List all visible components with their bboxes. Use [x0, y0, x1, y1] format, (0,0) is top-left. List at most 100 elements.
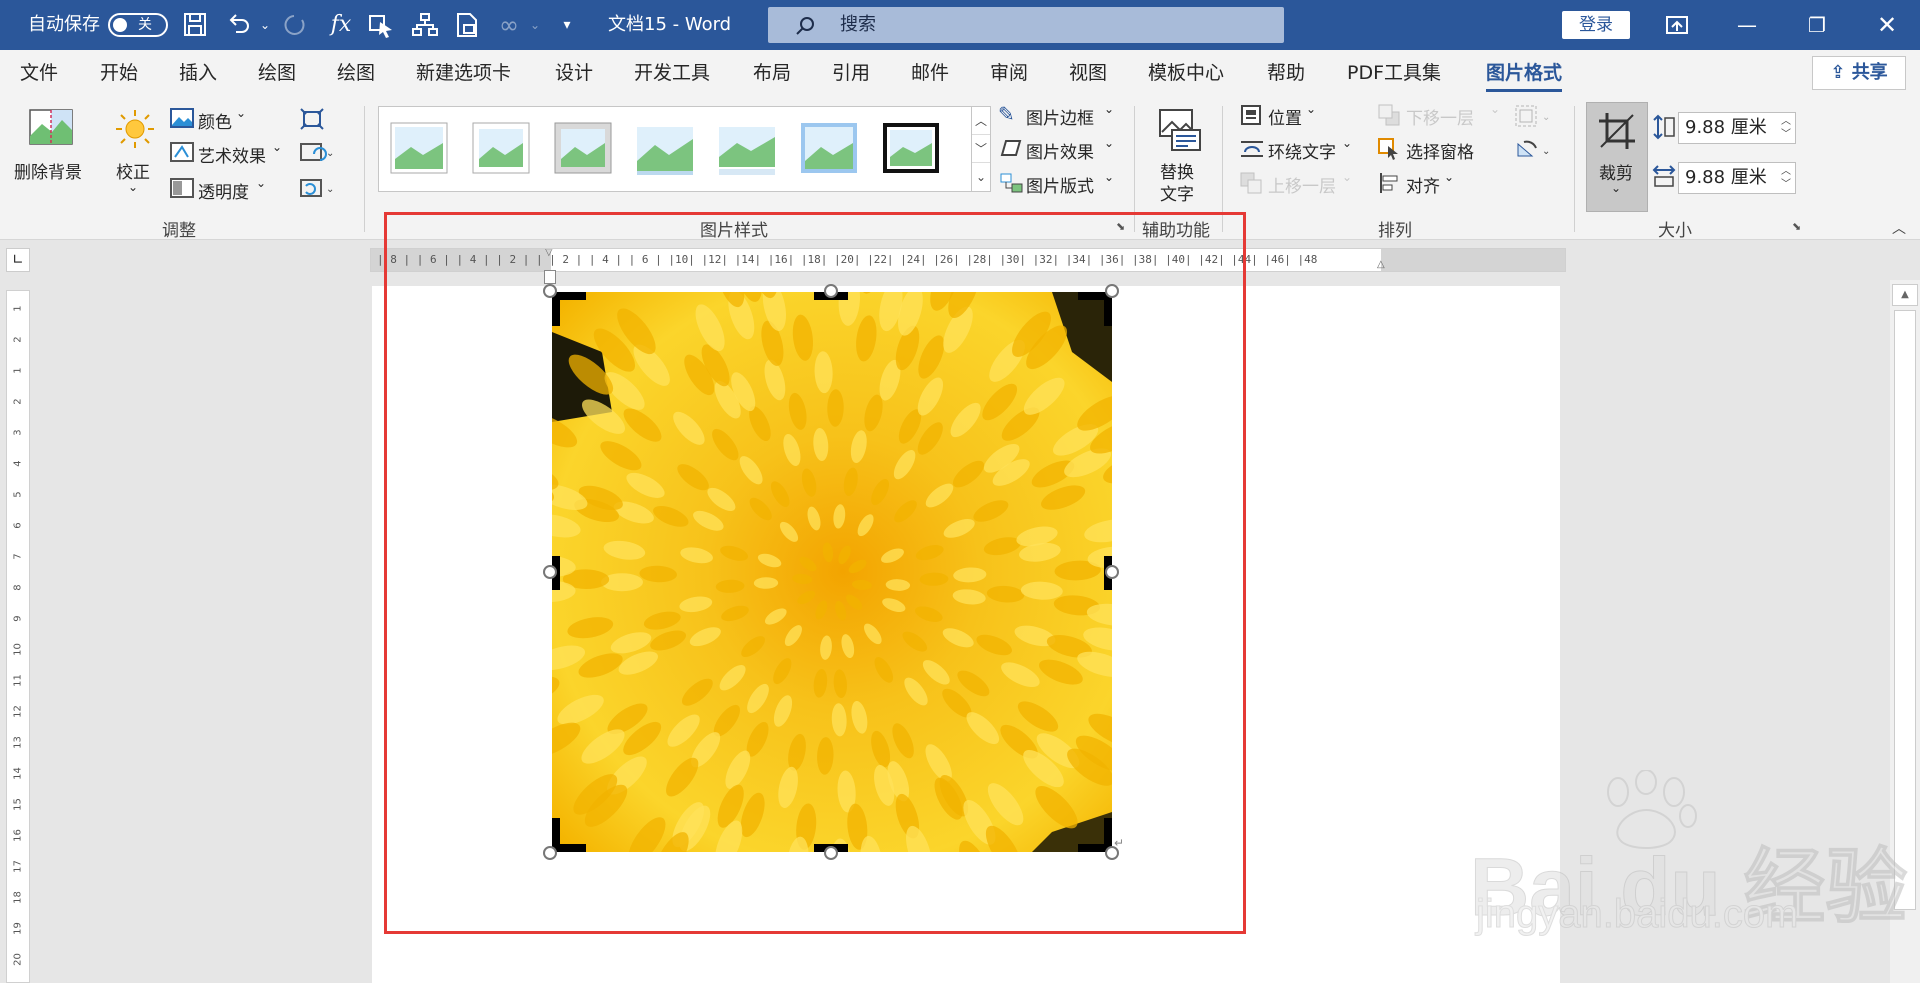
vertical-ruler-number: 3: [12, 429, 24, 436]
redo-icon[interactable]: [280, 12, 310, 38]
search-box[interactable]: 搜索: [768, 7, 1284, 43]
style-thumb-4[interactable]: [635, 121, 695, 175]
autosave-label: 自动保存: [28, 14, 100, 35]
color-label: 颜色: [198, 113, 232, 133]
tab-mailings[interactable]: 邮件: [911, 50, 949, 98]
group-label-adjust: 调整: [162, 221, 196, 241]
login-button[interactable]: 登录: [1562, 11, 1630, 39]
chevron-down-icon: ⌄: [1104, 170, 1115, 184]
group-separator: [364, 106, 365, 232]
org-chart-icon[interactable]: [410, 12, 440, 38]
formula-icon[interactable]: fx: [326, 12, 356, 38]
style-thumb-1[interactable]: [389, 121, 449, 175]
tab-stop-selector-icon[interactable]: ∟: [6, 248, 30, 272]
tab-help[interactable]: 帮助: [1267, 50, 1305, 98]
undo-dropdown-icon[interactable]: ⌄: [250, 12, 280, 38]
style-thumb-5[interactable]: [717, 121, 777, 175]
tab-layout[interactable]: 布局: [753, 50, 791, 98]
select-object-icon[interactable]: [366, 12, 396, 38]
picture-styles-gallery[interactable]: [378, 106, 972, 192]
tab-developer[interactable]: 开发工具: [634, 50, 710, 98]
vertical-ruler-number: 20: [12, 953, 24, 966]
tab-view[interactable]: 视图: [1069, 50, 1107, 98]
tab-file[interactable]: 文件: [20, 50, 58, 98]
width-input[interactable]: 9.88 厘米 ︿ ﹀: [1678, 162, 1796, 194]
remove-background-button[interactable]: 删除背景: [14, 102, 88, 192]
gallery-scroll[interactable]: ︿ ﹀ ⌄: [971, 106, 991, 192]
link-dropdown-icon[interactable]: ⌄: [520, 12, 550, 38]
restore-icon[interactable]: ❐: [1782, 0, 1852, 50]
search-icon: [796, 17, 814, 35]
minimize-icon[interactable]: —: [1712, 0, 1782, 50]
vertical-ruler-number: 2: [12, 398, 24, 405]
remove-background-label: 删除背景: [14, 163, 82, 183]
wrap-text-button[interactable]: 环绕文字 ⌄: [1238, 136, 1358, 164]
align-label: 对齐: [1406, 177, 1440, 197]
compress-pictures-icon[interactable]: [300, 108, 324, 130]
tab-draw-1[interactable]: 绘图: [258, 50, 296, 98]
autosave-toggle[interactable]: 关: [108, 13, 168, 37]
page-setup-icon[interactable]: [452, 12, 482, 38]
alt-text-button[interactable]: 替换 文字: [1146, 102, 1216, 206]
selection-pane-button[interactable]: 选择窗格: [1376, 136, 1496, 164]
scroll-up-icon[interactable]: ▲: [1892, 284, 1918, 306]
ribbon-display-options-icon[interactable]: [1642, 0, 1712, 50]
ribbon-tab-bar: 文件 开始 插入 绘图 绘图 新建选项卡 设计 开发工具 布局 引用 邮件 审阅…: [0, 50, 1920, 98]
pen-icon: ✎: [998, 102, 1015, 126]
tab-references[interactable]: 引用: [832, 50, 870, 98]
tab-insert[interactable]: 插入: [179, 50, 217, 98]
color-button[interactable]: 颜色 ⌄: [168, 106, 288, 134]
style-thumb-3[interactable]: [553, 121, 613, 175]
corrections-button[interactable]: 校正 ⌄: [110, 102, 160, 206]
picture-border-button[interactable]: ✎ 图片边框 ⌄: [998, 102, 1118, 130]
position-label: 位置: [1268, 109, 1302, 129]
group-objects-icon[interactable]: ⌄: [1514, 104, 1554, 128]
tab-design[interactable]: 设计: [555, 50, 593, 98]
close-icon[interactable]: ✕: [1852, 0, 1920, 50]
svg-text:⌄: ⌄: [326, 148, 334, 159]
align-button[interactable]: 对齐 ⌄: [1376, 170, 1476, 198]
gallery-more-icon[interactable]: ⌄: [972, 163, 990, 191]
spin-down-icon[interactable]: ﹀: [1781, 128, 1791, 141]
crop-button[interactable]: 裁剪 ⌄: [1586, 102, 1648, 212]
tab-pdf-tools[interactable]: PDF工具集: [1347, 50, 1441, 98]
style-thumb-7[interactable]: [881, 121, 941, 175]
tab-draw-2[interactable]: 绘图: [337, 50, 375, 98]
collapse-ribbon-icon[interactable]: ︿: [1892, 218, 1906, 238]
transparency-button[interactable]: 透明度 ⌄: [168, 176, 288, 204]
gallery-up-icon[interactable]: ︿: [972, 107, 990, 135]
tab-home[interactable]: 开始: [100, 50, 138, 98]
alt-text-icon: [1159, 109, 1201, 151]
artistic-effects-button[interactable]: 艺术效果 ⌄: [168, 140, 288, 168]
spin-down-icon[interactable]: ﹀: [1781, 178, 1791, 191]
send-backward-button[interactable]: 下移一层 ⌄: [1376, 102, 1506, 130]
vertical-ruler-number: 9: [12, 615, 24, 622]
style-thumb-2[interactable]: [471, 121, 531, 175]
style-thumb-6[interactable]: [799, 121, 859, 175]
vertical-ruler[interactable]: 1212345678910111213141516171819202122: [6, 290, 30, 983]
crop-icon: [1599, 113, 1635, 149]
spin-up-icon[interactable]: ︿: [1781, 165, 1791, 178]
share-button[interactable]: ⇪ 共享: [1812, 56, 1906, 90]
position-button[interactable]: 位置 ⌄: [1238, 102, 1338, 130]
tab-template-center[interactable]: 模板中心: [1148, 50, 1224, 98]
customize-qat-icon[interactable]: ▾: [552, 12, 582, 38]
tab-picture-format[interactable]: 图片格式: [1486, 50, 1563, 98]
height-input[interactable]: 9.88 厘米 ︿ ﹀: [1678, 112, 1796, 144]
picture-layout-button[interactable]: 图片版式 ⌄: [998, 170, 1118, 198]
change-picture-icon[interactable]: ⌄: [300, 142, 334, 164]
rotate-icon[interactable]: ⌄: [1514, 138, 1554, 162]
right-indent-marker-icon[interactable]: △: [1377, 259, 1385, 270]
tab-new-tab[interactable]: 新建选项卡: [416, 50, 511, 98]
alt-text-label-2: 文字: [1160, 185, 1194, 205]
gallery-down-icon[interactable]: ﹀: [972, 135, 990, 163]
align-icon: [1380, 173, 1398, 193]
picture-effects-button[interactable]: 图片效果 ⌄: [998, 136, 1118, 164]
bring-forward-button[interactable]: 上移一层 ⌄: [1238, 170, 1358, 198]
spin-up-icon[interactable]: ︿: [1781, 115, 1791, 128]
save-icon[interactable]: [180, 12, 210, 38]
tab-review[interactable]: 审阅: [990, 50, 1028, 98]
vertical-ruler-number: 14: [12, 767, 24, 780]
size-dialog-launcher-icon[interactable]: ⬊: [1792, 220, 1801, 233]
reset-picture-icon[interactable]: ⌄: [300, 178, 334, 200]
